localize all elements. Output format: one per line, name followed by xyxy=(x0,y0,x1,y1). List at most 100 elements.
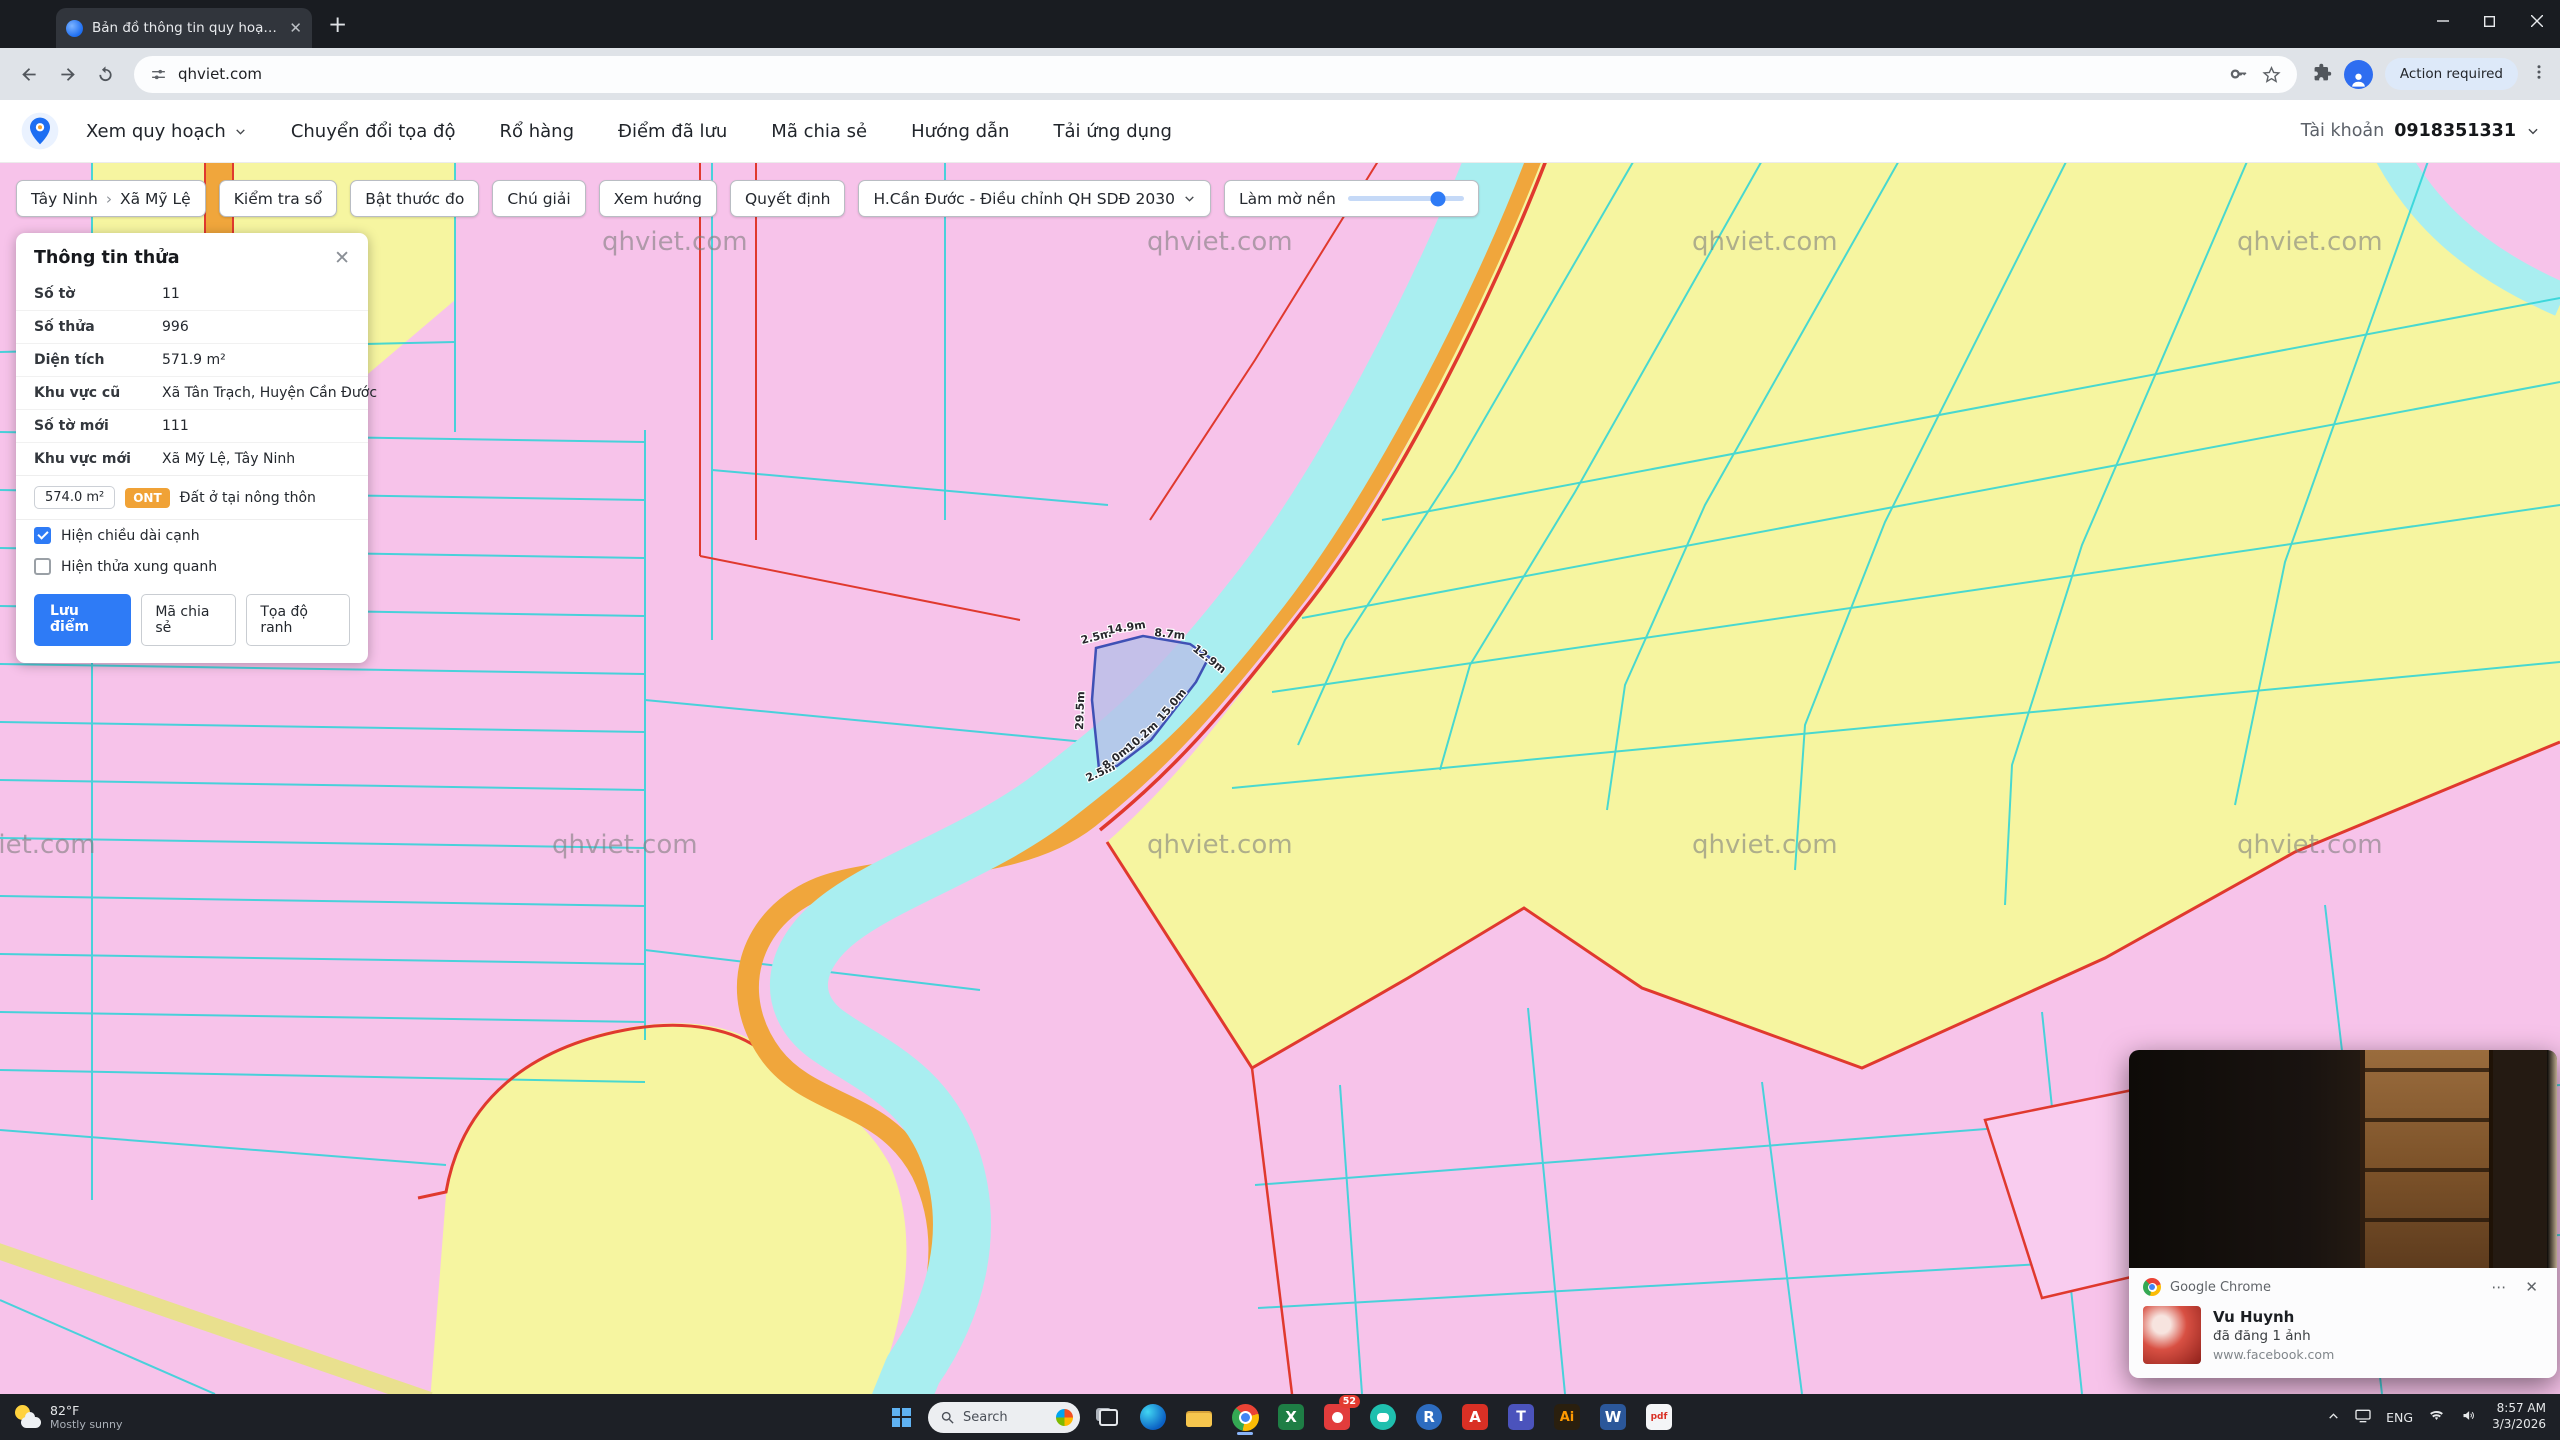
show-neighbor-parcels-option[interactable]: Hiện thửa xung quanh xyxy=(16,551,368,582)
nav-item-xem-quy-hoach[interactable]: Xem quy hoạch xyxy=(86,121,247,142)
start-button[interactable] xyxy=(882,1398,920,1436)
action-required-chip[interactable]: Action required xyxy=(2385,58,2518,90)
wifi-icon[interactable] xyxy=(2428,1408,2445,1427)
edge-icon[interactable] xyxy=(1134,1398,1172,1436)
svg-text:29.5m: 29.5m xyxy=(1073,691,1087,730)
svg-text:qhviet.com: qhviet.com xyxy=(1147,830,1293,860)
windows-logo-icon xyxy=(892,1408,911,1427)
passwords-key-icon[interactable] xyxy=(2230,65,2248,83)
nav-item-ma-chia-se[interactable]: Mã chia sẻ xyxy=(771,121,867,142)
reload-button[interactable] xyxy=(88,57,122,91)
word-icon[interactable]: W xyxy=(1594,1398,1632,1436)
tab-title: Bản đồ thông tin quy hoạch sử xyxy=(92,20,280,36)
window-close-button[interactable] xyxy=(2513,0,2560,42)
bookmark-star-icon[interactable] xyxy=(2262,65,2281,84)
new-tab-button[interactable]: + xyxy=(328,14,347,37)
ruler-toggle-button[interactable]: Bật thước đo xyxy=(350,180,479,217)
map-area: 2.5m 14.9m 8.7m 12.9m 29.5m 2.5m 8.0m 10… xyxy=(0,163,2560,1394)
close-icon[interactable]: ✕ xyxy=(334,249,350,268)
search-placeholder: Search xyxy=(963,1410,1048,1425)
nav-item-huong-dan[interactable]: Hướng dẫn xyxy=(911,121,1009,142)
opacity-slider-thumb[interactable] xyxy=(1431,191,1446,206)
parcel-row-khu-vuc-moi: Khu vực mới Xã Mỹ Lệ, Tây Ninh xyxy=(16,442,368,475)
volume-icon[interactable] xyxy=(2460,1408,2477,1427)
parcel-row-so-thua: Số thửa 996 xyxy=(16,310,368,343)
landuse-area: 574.0 m² xyxy=(34,486,115,509)
cast-display-icon[interactable] xyxy=(2355,1408,2371,1427)
opacity-label: Làm mờ nền xyxy=(1239,190,1336,208)
browser-tab[interactable]: Bản đồ thông tin quy hoạch sử ✕ xyxy=(56,8,312,48)
notification-close-icon[interactable]: ✕ xyxy=(2520,1278,2543,1296)
red-badge-app-icon[interactable]: 52 xyxy=(1318,1398,1356,1436)
site-nav: Xem quy hoạch Chuyển đổi tọa độ Rổ hàng … xyxy=(86,121,1172,142)
nav-item-ro-hang[interactable]: Rổ hàng xyxy=(500,121,575,142)
url-text: qhviet.com xyxy=(178,65,2219,83)
account-menu[interactable]: Tài khoản 0918351331 xyxy=(2301,121,2540,141)
legend-button[interactable]: Chú giải xyxy=(492,180,585,217)
window-maximize-button[interactable] xyxy=(2466,0,2513,42)
show-edge-lengths-option[interactable]: Hiện chiều dài cạnh xyxy=(16,520,368,551)
breadcrumb[interactable]: Tây Ninh › Xã Mỹ Lệ xyxy=(16,180,206,217)
notification-thumbnail xyxy=(2143,1306,2201,1364)
parcel-row-khu-vuc-cu: Khu vực cũ Xã Tân Trạch, Huyện Cần Đước xyxy=(16,376,368,409)
pdf-reader-icon[interactable]: pdf xyxy=(1640,1398,1678,1436)
site-header: Xem quy hoạch Chuyển đổi tọa độ Rổ hàng … xyxy=(0,100,2560,163)
task-view-icon[interactable] xyxy=(1088,1398,1126,1436)
nav-item-tai-ung-dung[interactable]: Tải ứng dụng xyxy=(1053,121,1171,142)
teams-icon[interactable]: T xyxy=(1502,1398,1540,1436)
file-explorer-icon[interactable] xyxy=(1180,1398,1218,1436)
breadcrumb-separator: › xyxy=(106,190,112,208)
clock-time: 8:57 AM xyxy=(2492,1401,2546,1417)
omnibox[interactable]: qhviet.com xyxy=(134,56,2297,93)
checkbox-checked[interactable] xyxy=(34,527,51,544)
back-button[interactable] xyxy=(12,57,46,91)
site-logo[interactable] xyxy=(20,111,60,151)
view-direction-button[interactable]: Xem hướng xyxy=(599,180,717,217)
tab-close-icon[interactable]: ✕ xyxy=(289,21,302,36)
svg-text:qhviet.com: qhviet.com xyxy=(2237,227,2383,257)
breadcrumb-ward[interactable]: Xã Mỹ Lệ xyxy=(120,190,191,208)
decision-button[interactable]: Quyết định xyxy=(730,180,846,217)
svg-text:qhviet.com: qhviet.com xyxy=(1692,830,1838,860)
opacity-slider[interactable] xyxy=(1348,196,1464,201)
chrome-icon[interactable] xyxy=(1226,1398,1264,1436)
language-indicator[interactable]: ENG xyxy=(2386,1410,2413,1425)
teal-app-icon[interactable] xyxy=(1364,1398,1402,1436)
notification-app-name: Google Chrome xyxy=(2170,1280,2477,1295)
notification-image[interactable] xyxy=(2129,1050,2557,1268)
save-point-button[interactable]: Lưu điểm xyxy=(34,594,131,646)
chevron-down-icon xyxy=(234,125,247,138)
profile-avatar[interactable] xyxy=(2344,60,2373,89)
notification-more-icon[interactable]: ⋯ xyxy=(2486,1278,2511,1296)
browser-address-bar: qhviet.com Action required xyxy=(0,48,2560,100)
system-tray: ENG 8:57 AM 3/3/2026 xyxy=(2327,1401,2560,1432)
excel-icon[interactable]: X xyxy=(1272,1398,1310,1436)
acrobat-icon[interactable]: A xyxy=(1456,1398,1494,1436)
svg-text:qhviet.com: qhviet.com xyxy=(0,830,96,860)
checkbox-unchecked[interactable] xyxy=(34,558,51,575)
illustrator-icon[interactable]: Ai xyxy=(1548,1398,1586,1436)
taskbar-search[interactable]: Search xyxy=(928,1402,1080,1433)
window-minimize-button[interactable] xyxy=(2419,0,2466,42)
tab-favicon-icon xyxy=(66,20,83,37)
weather-widget[interactable]: 82°F Mostly sunny xyxy=(0,1403,136,1431)
plan-select[interactable]: H.Cần Đước - Điều chỉnh QH SDĐ 2030 xyxy=(858,180,1210,217)
taskbar-clock[interactable]: 8:57 AM 3/3/2026 xyxy=(2492,1401,2546,1432)
rstudio-icon[interactable]: R xyxy=(1410,1398,1448,1436)
breadcrumb-province[interactable]: Tây Ninh xyxy=(31,190,98,208)
svg-text:qhviet.com: qhviet.com xyxy=(1147,227,1293,257)
browser-menu-kebab-icon[interactable] xyxy=(2530,63,2548,85)
nav-item-chuyen-doi-toa-do[interactable]: Chuyển đổi tọa độ xyxy=(291,121,456,142)
search-icon xyxy=(940,1410,955,1425)
site-info-icon[interactable] xyxy=(150,66,167,83)
check-book-button[interactable]: Kiểm tra sổ xyxy=(219,180,337,217)
clock-date: 3/3/2026 xyxy=(2492,1417,2546,1433)
chrome-notification[interactable]: Google Chrome ⋯ ✕ Vu Huynh đã đăng 1 ảnh… xyxy=(2129,1050,2557,1378)
tray-chevron-up-icon[interactable] xyxy=(2327,1408,2340,1427)
boundary-coords-button[interactable]: Tọa độ ranh xyxy=(246,594,350,646)
forward-button[interactable] xyxy=(50,57,84,91)
chevron-down-icon xyxy=(1183,192,1196,205)
extensions-icon[interactable] xyxy=(2313,63,2332,86)
nav-item-diem-da-luu[interactable]: Điểm đã lưu xyxy=(618,121,727,142)
share-code-button[interactable]: Mã chia sẻ xyxy=(141,594,236,646)
